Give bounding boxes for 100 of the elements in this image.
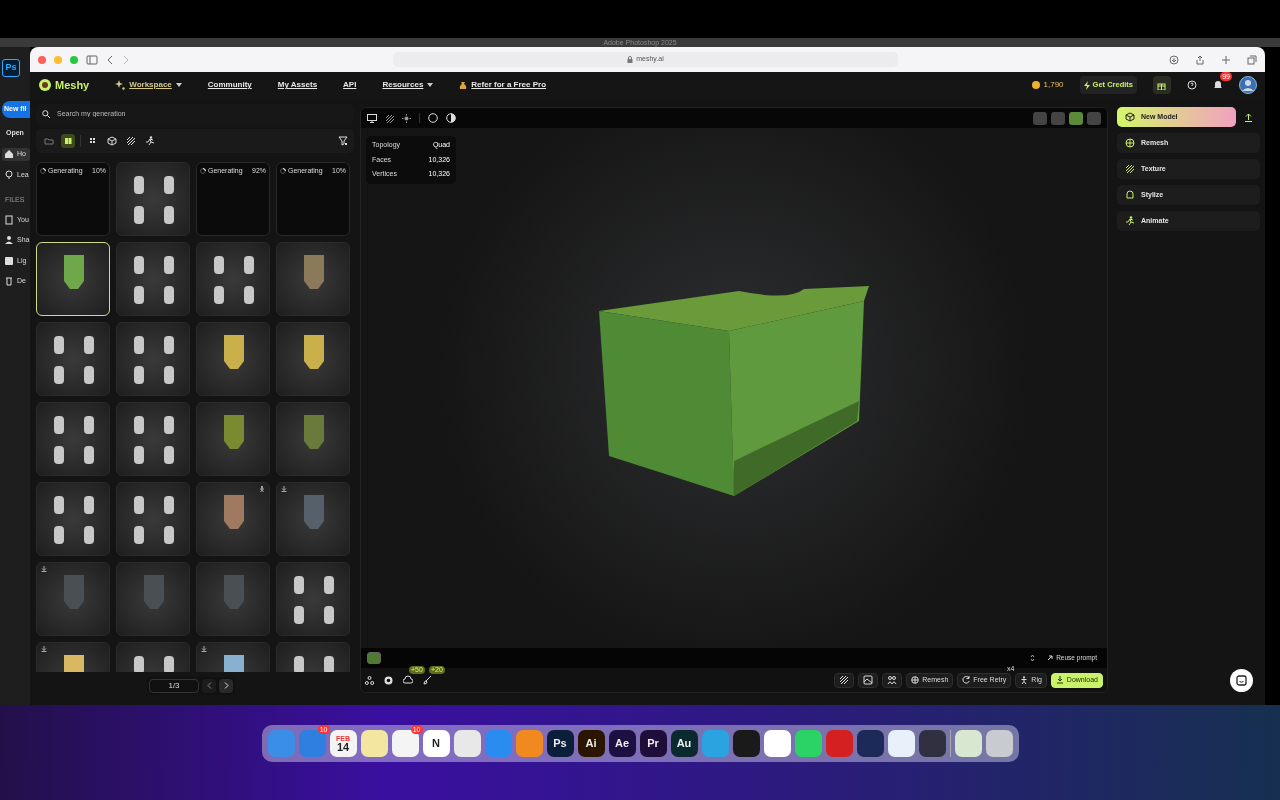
filter-tab[interactable] xyxy=(105,134,119,148)
folder-icon xyxy=(44,136,54,146)
filter-tab[interactable] xyxy=(61,134,75,148)
circle-icon[interactable] xyxy=(428,113,438,123)
texture-icon xyxy=(126,136,136,146)
tool-button[interactable] xyxy=(858,672,879,688)
model-tile[interactable] xyxy=(116,402,190,476)
app-icon[interactable]: Ai xyxy=(577,730,605,757)
model-tile[interactable] xyxy=(196,322,270,396)
figures-icon xyxy=(887,675,898,685)
nav-link[interactable]: Workspace xyxy=(115,79,182,91)
grid-icon xyxy=(63,136,73,146)
home-icon xyxy=(4,149,14,160)
app-icon[interactable] xyxy=(887,730,915,757)
app-icon[interactable]: N xyxy=(422,730,450,757)
gift-icon xyxy=(1157,80,1166,90)
nav-link[interactable]: Refer for a Free Pro xyxy=(459,79,547,91)
app-icon[interactable]: Au xyxy=(670,730,698,757)
model-tile[interactable] xyxy=(36,562,110,636)
share-icon[interactable] xyxy=(1195,54,1205,65)
texture-icon[interactable] xyxy=(385,113,394,123)
app-icon[interactable] xyxy=(985,730,1013,757)
model-tile[interactable] xyxy=(116,562,190,636)
search-icon xyxy=(42,110,50,118)
avatar-icon[interactable] xyxy=(1239,76,1257,94)
chat-icon xyxy=(1236,675,1247,686)
model-tile[interactable] xyxy=(276,482,350,556)
filter-clear-icon[interactable] xyxy=(338,136,348,146)
square-icon xyxy=(4,255,14,266)
model-tile[interactable] xyxy=(276,242,350,316)
expand-icon[interactable] xyxy=(1030,654,1036,662)
bell-icon[interactable] xyxy=(1213,79,1223,90)
app-icon[interactable] xyxy=(856,730,884,757)
next-page-button[interactable] xyxy=(219,679,233,693)
nodes-icon[interactable] xyxy=(365,675,374,685)
sparkle-icon xyxy=(115,80,126,90)
nav-link[interactable]: Resources xyxy=(382,79,434,91)
sun-icon[interactable] xyxy=(402,113,411,123)
tool-button[interactable] xyxy=(834,672,855,688)
app-icon[interactable] xyxy=(391,730,419,757)
app-icon[interactable]: Ps xyxy=(546,730,574,757)
reference-thumbnail[interactable] xyxy=(367,652,381,664)
nav-link[interactable]: API xyxy=(343,79,357,91)
lock-icon xyxy=(627,56,634,63)
tabs-icon[interactable] xyxy=(1247,54,1257,65)
spinner-icon xyxy=(200,168,206,175)
app-icon[interactable] xyxy=(453,730,481,757)
model-tile[interactable] xyxy=(116,482,190,556)
model-tile[interactable] xyxy=(196,482,270,556)
gift-button[interactable] xyxy=(1153,76,1171,94)
model-tile[interactable] xyxy=(276,562,350,636)
monitor-icon[interactable] xyxy=(367,113,377,123)
model-tile[interactable] xyxy=(276,402,350,476)
record-icon[interactable] xyxy=(384,675,393,685)
chevron-right-icon xyxy=(223,682,229,690)
filter-tab[interactable] xyxy=(143,134,157,148)
model-tile[interactable] xyxy=(196,242,270,316)
app-icon[interactable] xyxy=(360,730,388,757)
sphere-icon[interactable] xyxy=(446,113,456,123)
tool-button[interactable] xyxy=(882,672,903,688)
running-figure-icon xyxy=(145,136,155,146)
logo-text: Meshy xyxy=(55,77,90,93)
texture-icon xyxy=(839,675,850,685)
texture-icon xyxy=(1125,164,1135,174)
model-tile[interactable] xyxy=(116,162,190,236)
model-tile[interactable] xyxy=(276,322,350,396)
cloud-icon[interactable] xyxy=(403,674,413,685)
plus-icon[interactable] xyxy=(1221,54,1231,65)
model-tile[interactable] xyxy=(196,402,270,476)
app-icon[interactable]: Ps xyxy=(2,59,20,77)
app-icon[interactable]: Pr xyxy=(639,730,667,757)
download-icon[interactable] xyxy=(1169,54,1179,65)
lightning-icon xyxy=(1083,80,1090,90)
upload-icon[interactable] xyxy=(1244,112,1253,122)
figure-icon xyxy=(1020,676,1029,684)
app-icon[interactable] xyxy=(954,730,982,757)
nav-link[interactable]: Community xyxy=(207,79,252,91)
spinner-icon xyxy=(40,168,46,175)
app-icon[interactable] xyxy=(732,730,760,757)
back-icon[interactable] xyxy=(106,54,114,65)
chat-button[interactable] xyxy=(1230,669,1253,692)
model-tile[interactable] xyxy=(36,322,110,396)
remesh-icon xyxy=(1125,138,1135,148)
app-icon[interactable]: Ae xyxy=(608,730,636,757)
model-tile[interactable] xyxy=(116,322,190,396)
app-icon[interactable] xyxy=(918,730,946,757)
app-icon[interactable] xyxy=(763,730,791,757)
document-icon xyxy=(4,214,14,225)
help-icon[interactable] xyxy=(1187,80,1197,90)
sidebar-icon[interactable] xyxy=(86,54,98,65)
remesh-icon xyxy=(911,676,920,684)
model-tile[interactable] xyxy=(36,482,110,556)
filter-tab[interactable] xyxy=(124,134,138,148)
view-mode-button[interactable] xyxy=(1069,111,1083,125)
grid-icon xyxy=(88,136,98,146)
page-field[interactable]: 1/3 xyxy=(149,679,199,693)
nav-link[interactable]: My Assets xyxy=(277,79,318,91)
model-tile[interactable] xyxy=(116,242,190,316)
model-tile[interactable] xyxy=(36,402,110,476)
model-tile[interactable] xyxy=(196,562,270,636)
